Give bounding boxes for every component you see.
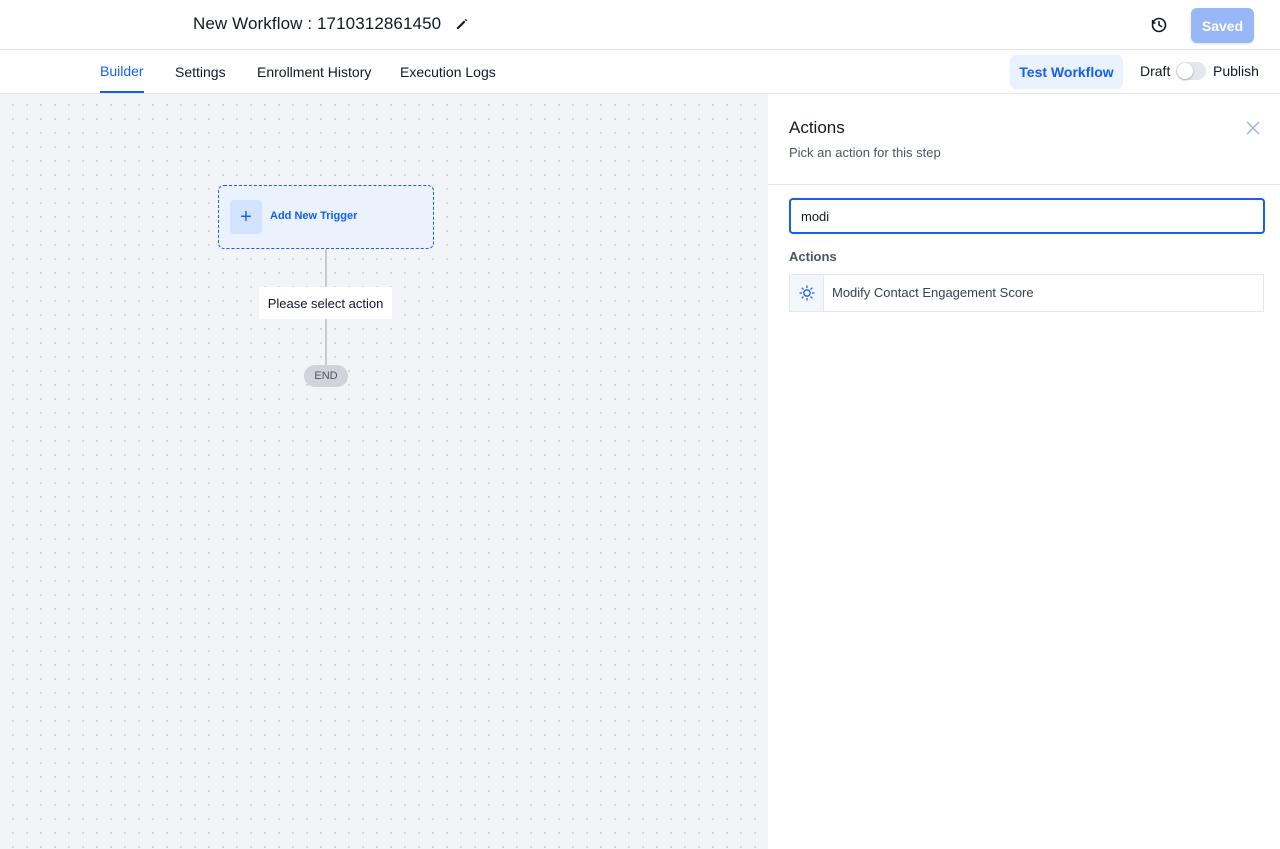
pencil-icon[interactable]	[455, 17, 469, 31]
add-trigger-label: Add New Trigger	[270, 210, 358, 222]
tab-settings[interactable]: Settings	[175, 50, 226, 93]
tab-execution-logs[interactable]: Execution Logs	[400, 50, 496, 93]
select-action-node[interactable]: Please select action	[259, 287, 392, 319]
publish-toggle[interactable]	[1176, 62, 1206, 80]
panel-subtitle: Pick an action for this step	[789, 145, 941, 160]
add-trigger-node[interactable]: + Add New Trigger	[218, 185, 434, 249]
tab-bar: Builder Settings Enrollment History Exec…	[0, 50, 1280, 94]
tab-enrollment-history[interactable]: Enrollment History	[257, 50, 371, 93]
connector-line	[325, 319, 327, 365]
end-node: END	[304, 365, 348, 387]
history-clock-icon[interactable]	[1150, 16, 1168, 34]
action-search-input[interactable]	[789, 198, 1265, 234]
connector-line	[325, 249, 327, 287]
top-header: New Workflow : 1710312861450 Saved	[0, 0, 1280, 50]
actions-section-label: Actions	[789, 249, 837, 264]
publish-label: Publish	[1213, 63, 1259, 79]
draft-label: Draft	[1140, 63, 1171, 79]
panel-title: Actions	[789, 118, 845, 137]
saved-button[interactable]: Saved	[1191, 8, 1254, 43]
action-result-label: Modify Contact Engagement Score	[832, 285, 1034, 300]
action-result-item[interactable]: Modify Contact Engagement Score	[789, 274, 1264, 312]
workflow-canvas[interactable]: + Add New Trigger Please select action E…	[0, 94, 768, 849]
tab-builder[interactable]: Builder	[100, 50, 144, 93]
plus-icon: +	[230, 200, 262, 234]
workflow-title: New Workflow : 1710312861450	[193, 14, 442, 33]
panel-header: Actions Pick an action for this step	[768, 94, 1280, 185]
test-workflow-button[interactable]: Test Workflow	[1010, 55, 1123, 89]
close-icon[interactable]	[1246, 121, 1260, 135]
actions-panel: Actions Pick an action for this step Act…	[768, 94, 1280, 849]
engagement-score-icon	[790, 275, 824, 311]
toggle-knob	[1177, 63, 1193, 79]
